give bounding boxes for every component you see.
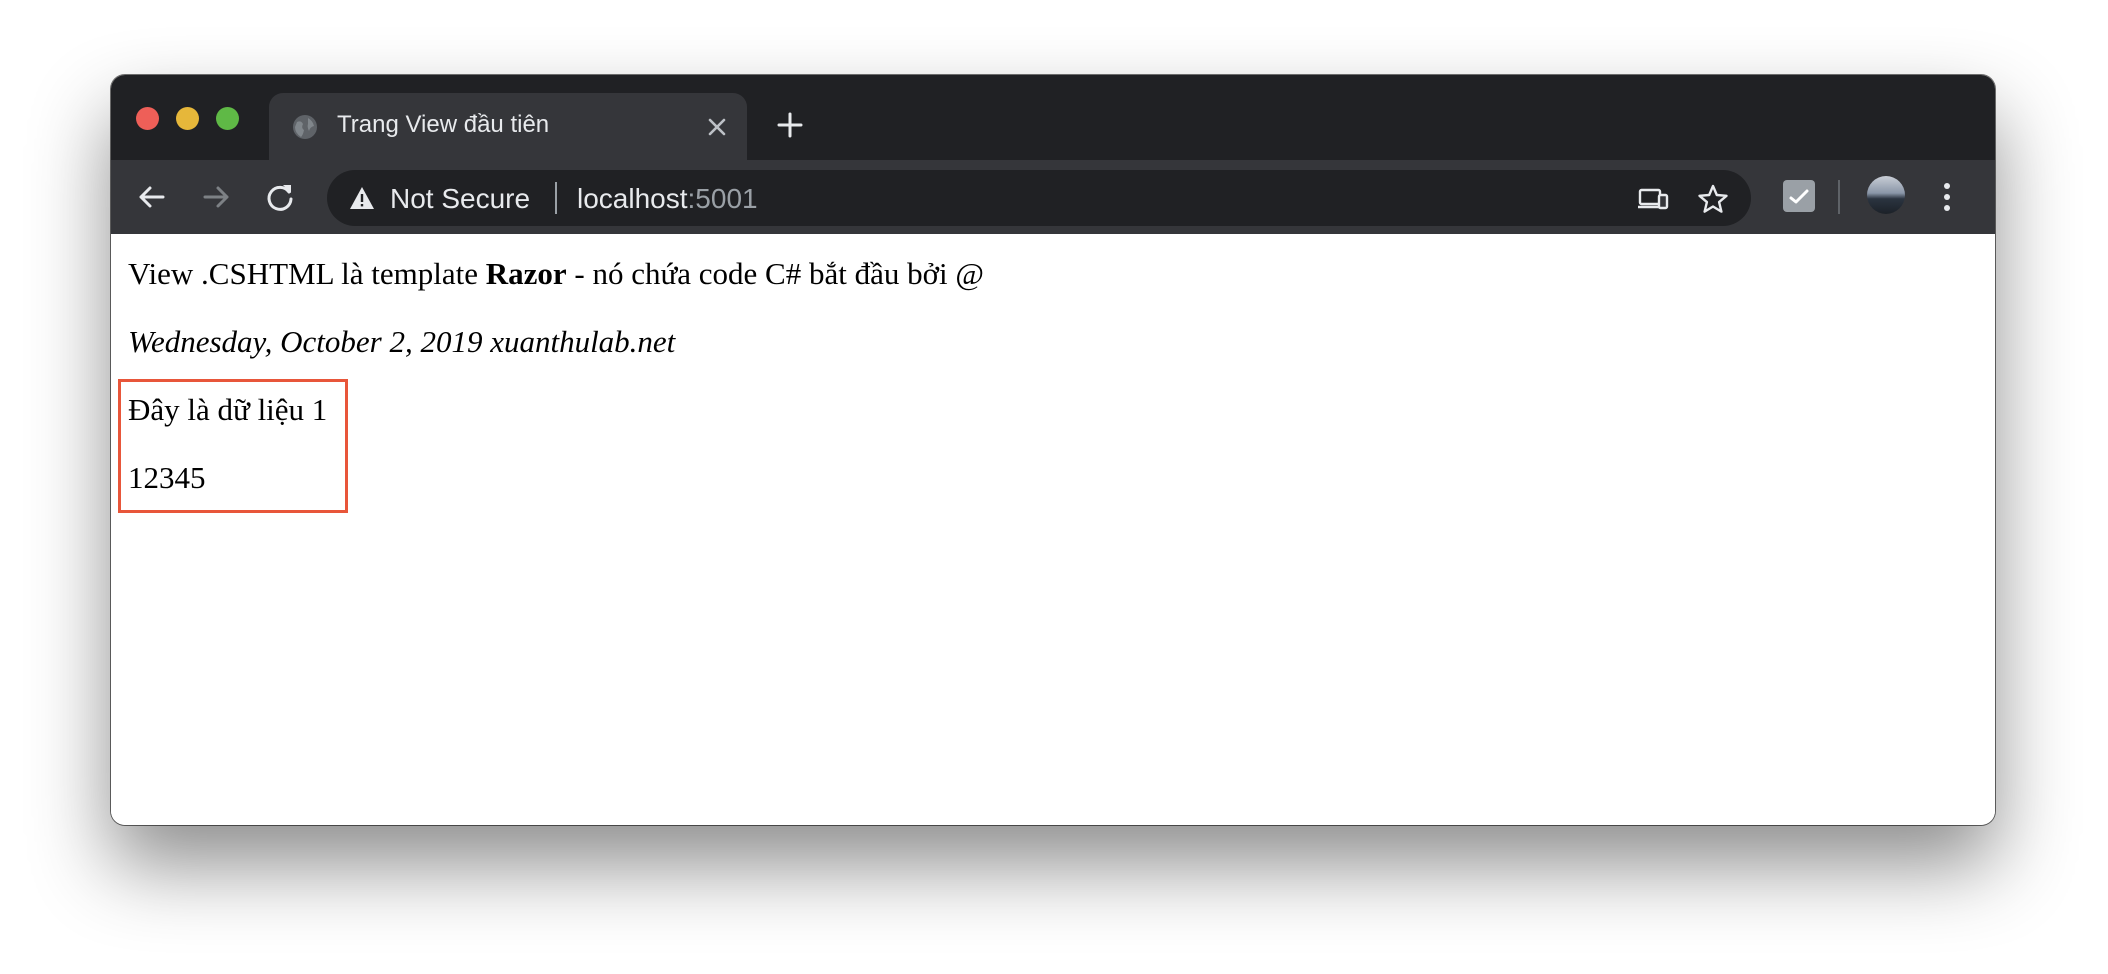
cast-icon[interactable] (1637, 183, 1669, 215)
intro-line: View .CSHTML là template Razor - nó chứa… (128, 256, 984, 292)
intro-text: View .CSHTML là template (128, 256, 486, 291)
new-tab-button[interactable] (775, 110, 805, 140)
checkmark-icon (1789, 189, 1809, 204)
warning-icon[interactable] (349, 186, 375, 210)
date-line: Wednesday, October 2, 2019 xuanthulab.ne… (128, 324, 676, 359)
active-tab[interactable]: Trang View đầu tiên (269, 93, 747, 160)
window-close-button[interactable] (136, 107, 159, 130)
data-line-1: Đây là dữ liệu 1 (128, 392, 328, 427)
toolbar-divider (1838, 180, 1840, 214)
razor-bold: Razor (485, 256, 567, 291)
reload-icon[interactable] (263, 180, 297, 214)
window-maximize-button[interactable] (216, 107, 239, 130)
intro-rest: - nó chứa code C# bắt đầu bởi @ (566, 256, 984, 291)
url-host: localhost (577, 183, 688, 214)
star-icon[interactable] (1697, 183, 1729, 215)
window-minimize-button[interactable] (176, 107, 199, 130)
security-label[interactable]: Not Secure (390, 183, 530, 215)
toolbar: Not Secure localhost:5001 (111, 160, 1995, 234)
tab-strip: Trang View đầu tiên (111, 75, 1995, 160)
data-line-2: 12345 (128, 460, 206, 495)
close-icon[interactable] (705, 115, 729, 139)
page-content: View .CSHTML là template Razor - nó chứa… (111, 234, 1995, 825)
url-port: :5001 (687, 183, 758, 214)
url-text[interactable]: localhost:5001 (577, 183, 758, 215)
globe-icon (293, 115, 317, 139)
browser-window: Trang View đầu tiên Not Secure localhost… (111, 75, 1995, 825)
omnibox-divider (555, 182, 557, 214)
address-bar[interactable]: Not Secure localhost:5001 (327, 170, 1751, 226)
tab-title: Trang View đầu tiên (337, 111, 550, 138)
more-vertical-icon[interactable] (1937, 180, 1957, 214)
forward-arrow-icon[interactable] (199, 180, 233, 214)
extension-icon[interactable] (1783, 180, 1815, 212)
profile-avatar[interactable] (1867, 176, 1905, 214)
back-arrow-icon[interactable] (135, 180, 169, 214)
